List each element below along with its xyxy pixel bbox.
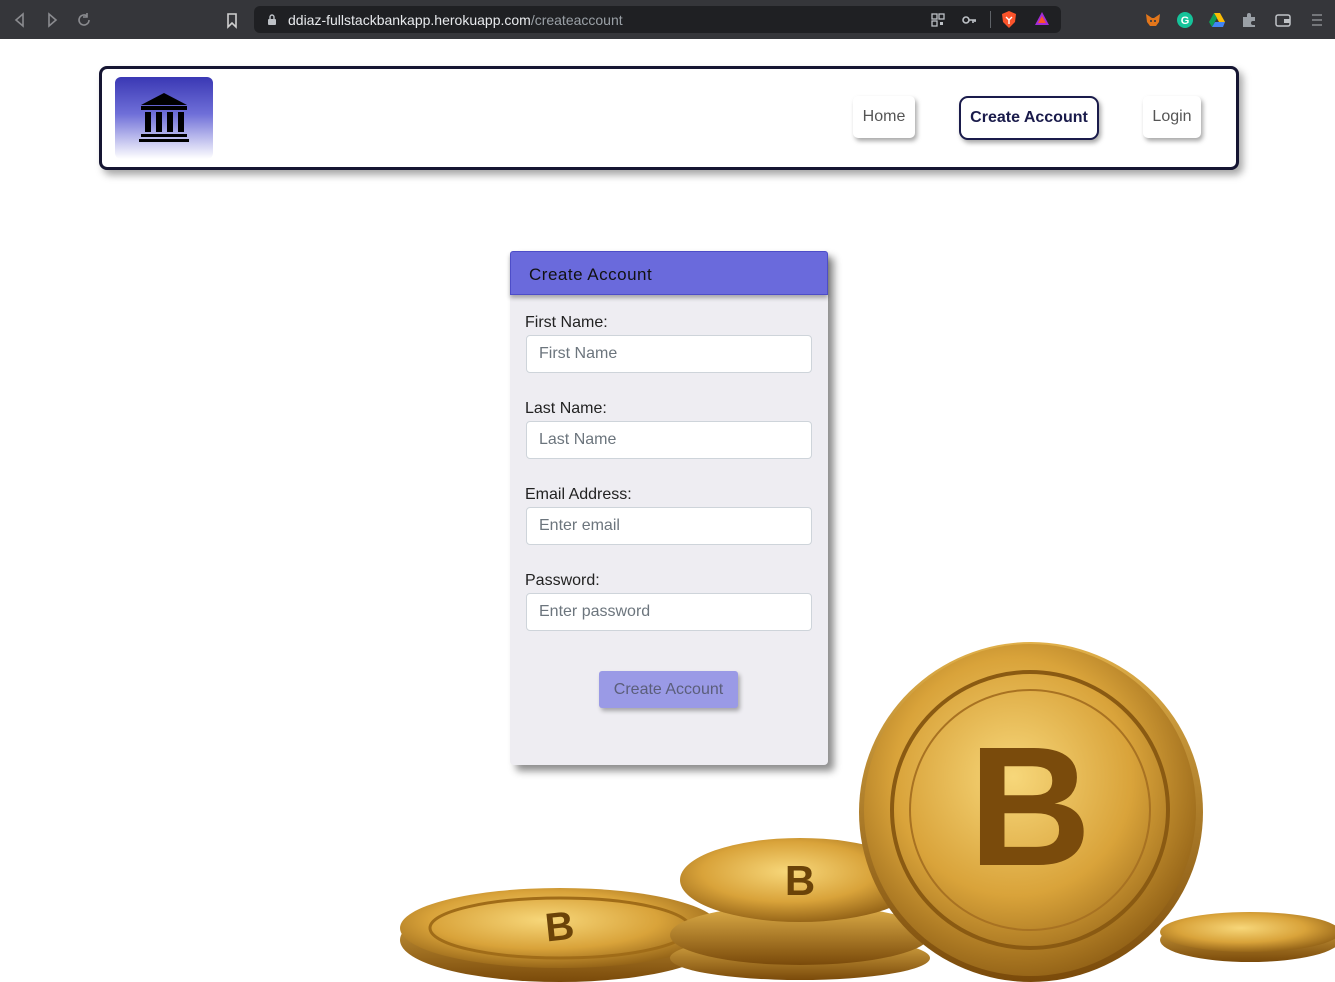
nav-login-button[interactable]: Login <box>1143 96 1201 138</box>
separator <box>990 11 991 28</box>
bank-icon <box>139 93 189 142</box>
create-account-submit-button[interactable]: Create Account <box>599 671 738 708</box>
brave-rewards-icon[interactable] <box>1033 10 1051 28</box>
metamask-icon[interactable] <box>1144 11 1162 29</box>
qr-code-icon[interactable] <box>930 12 946 28</box>
bank-logo[interactable] <box>115 77 213 159</box>
password-input[interactable] <box>526 593 812 631</box>
first-name-label: First Name: <box>525 314 608 331</box>
puzzle-icon[interactable] <box>1240 11 1258 29</box>
nav-create-account-button[interactable]: Create Account <box>959 96 1099 140</box>
nav-home-button[interactable]: Home <box>853 96 915 138</box>
password-label: Password: <box>525 572 600 589</box>
create-account-card: Create Account First Name: Last Name: Em… <box>510 251 828 765</box>
key-icon[interactable] <box>961 12 977 28</box>
email-input[interactable] <box>526 507 812 545</box>
menu-icon[interactable] <box>1308 11 1326 29</box>
brave-shield-icon[interactable] <box>1000 10 1018 29</box>
forward-icon[interactable] <box>42 10 62 30</box>
last-name-label: Last Name: <box>525 400 607 417</box>
grammarly-icon[interactable]: G <box>1176 11 1194 29</box>
svg-text:B: B <box>543 904 576 951</box>
bookmark-icon[interactable] <box>222 10 242 30</box>
email-label: Email Address: <box>525 486 632 503</box>
lock-icon <box>268 14 276 25</box>
card-title: Create Account <box>529 265 653 284</box>
google-drive-icon[interactable] <box>1208 11 1226 29</box>
svg-text:B: B <box>785 857 815 904</box>
svg-text:G: G <box>1181 15 1190 27</box>
wallet-icon[interactable] <box>1274 11 1292 29</box>
address-bar[interactable]: ddiaz-fullstackbankapp.herokuapp.com/cre… <box>254 6 1061 33</box>
back-icon[interactable] <box>10 10 30 30</box>
first-name-input[interactable] <box>526 335 812 373</box>
navbar: Home Create Account Login <box>99 66 1239 170</box>
last-name-input[interactable] <box>526 421 812 459</box>
browser-toolbar: ddiaz-fullstackbankapp.herokuapp.com/cre… <box>0 0 1335 39</box>
svg-text:B: B <box>969 712 1092 902</box>
card-header: Create Account <box>510 251 828 295</box>
url-text: ddiaz-fullstackbankapp.herokuapp.com/cre… <box>288 12 623 28</box>
reload-icon[interactable] <box>74 10 94 30</box>
